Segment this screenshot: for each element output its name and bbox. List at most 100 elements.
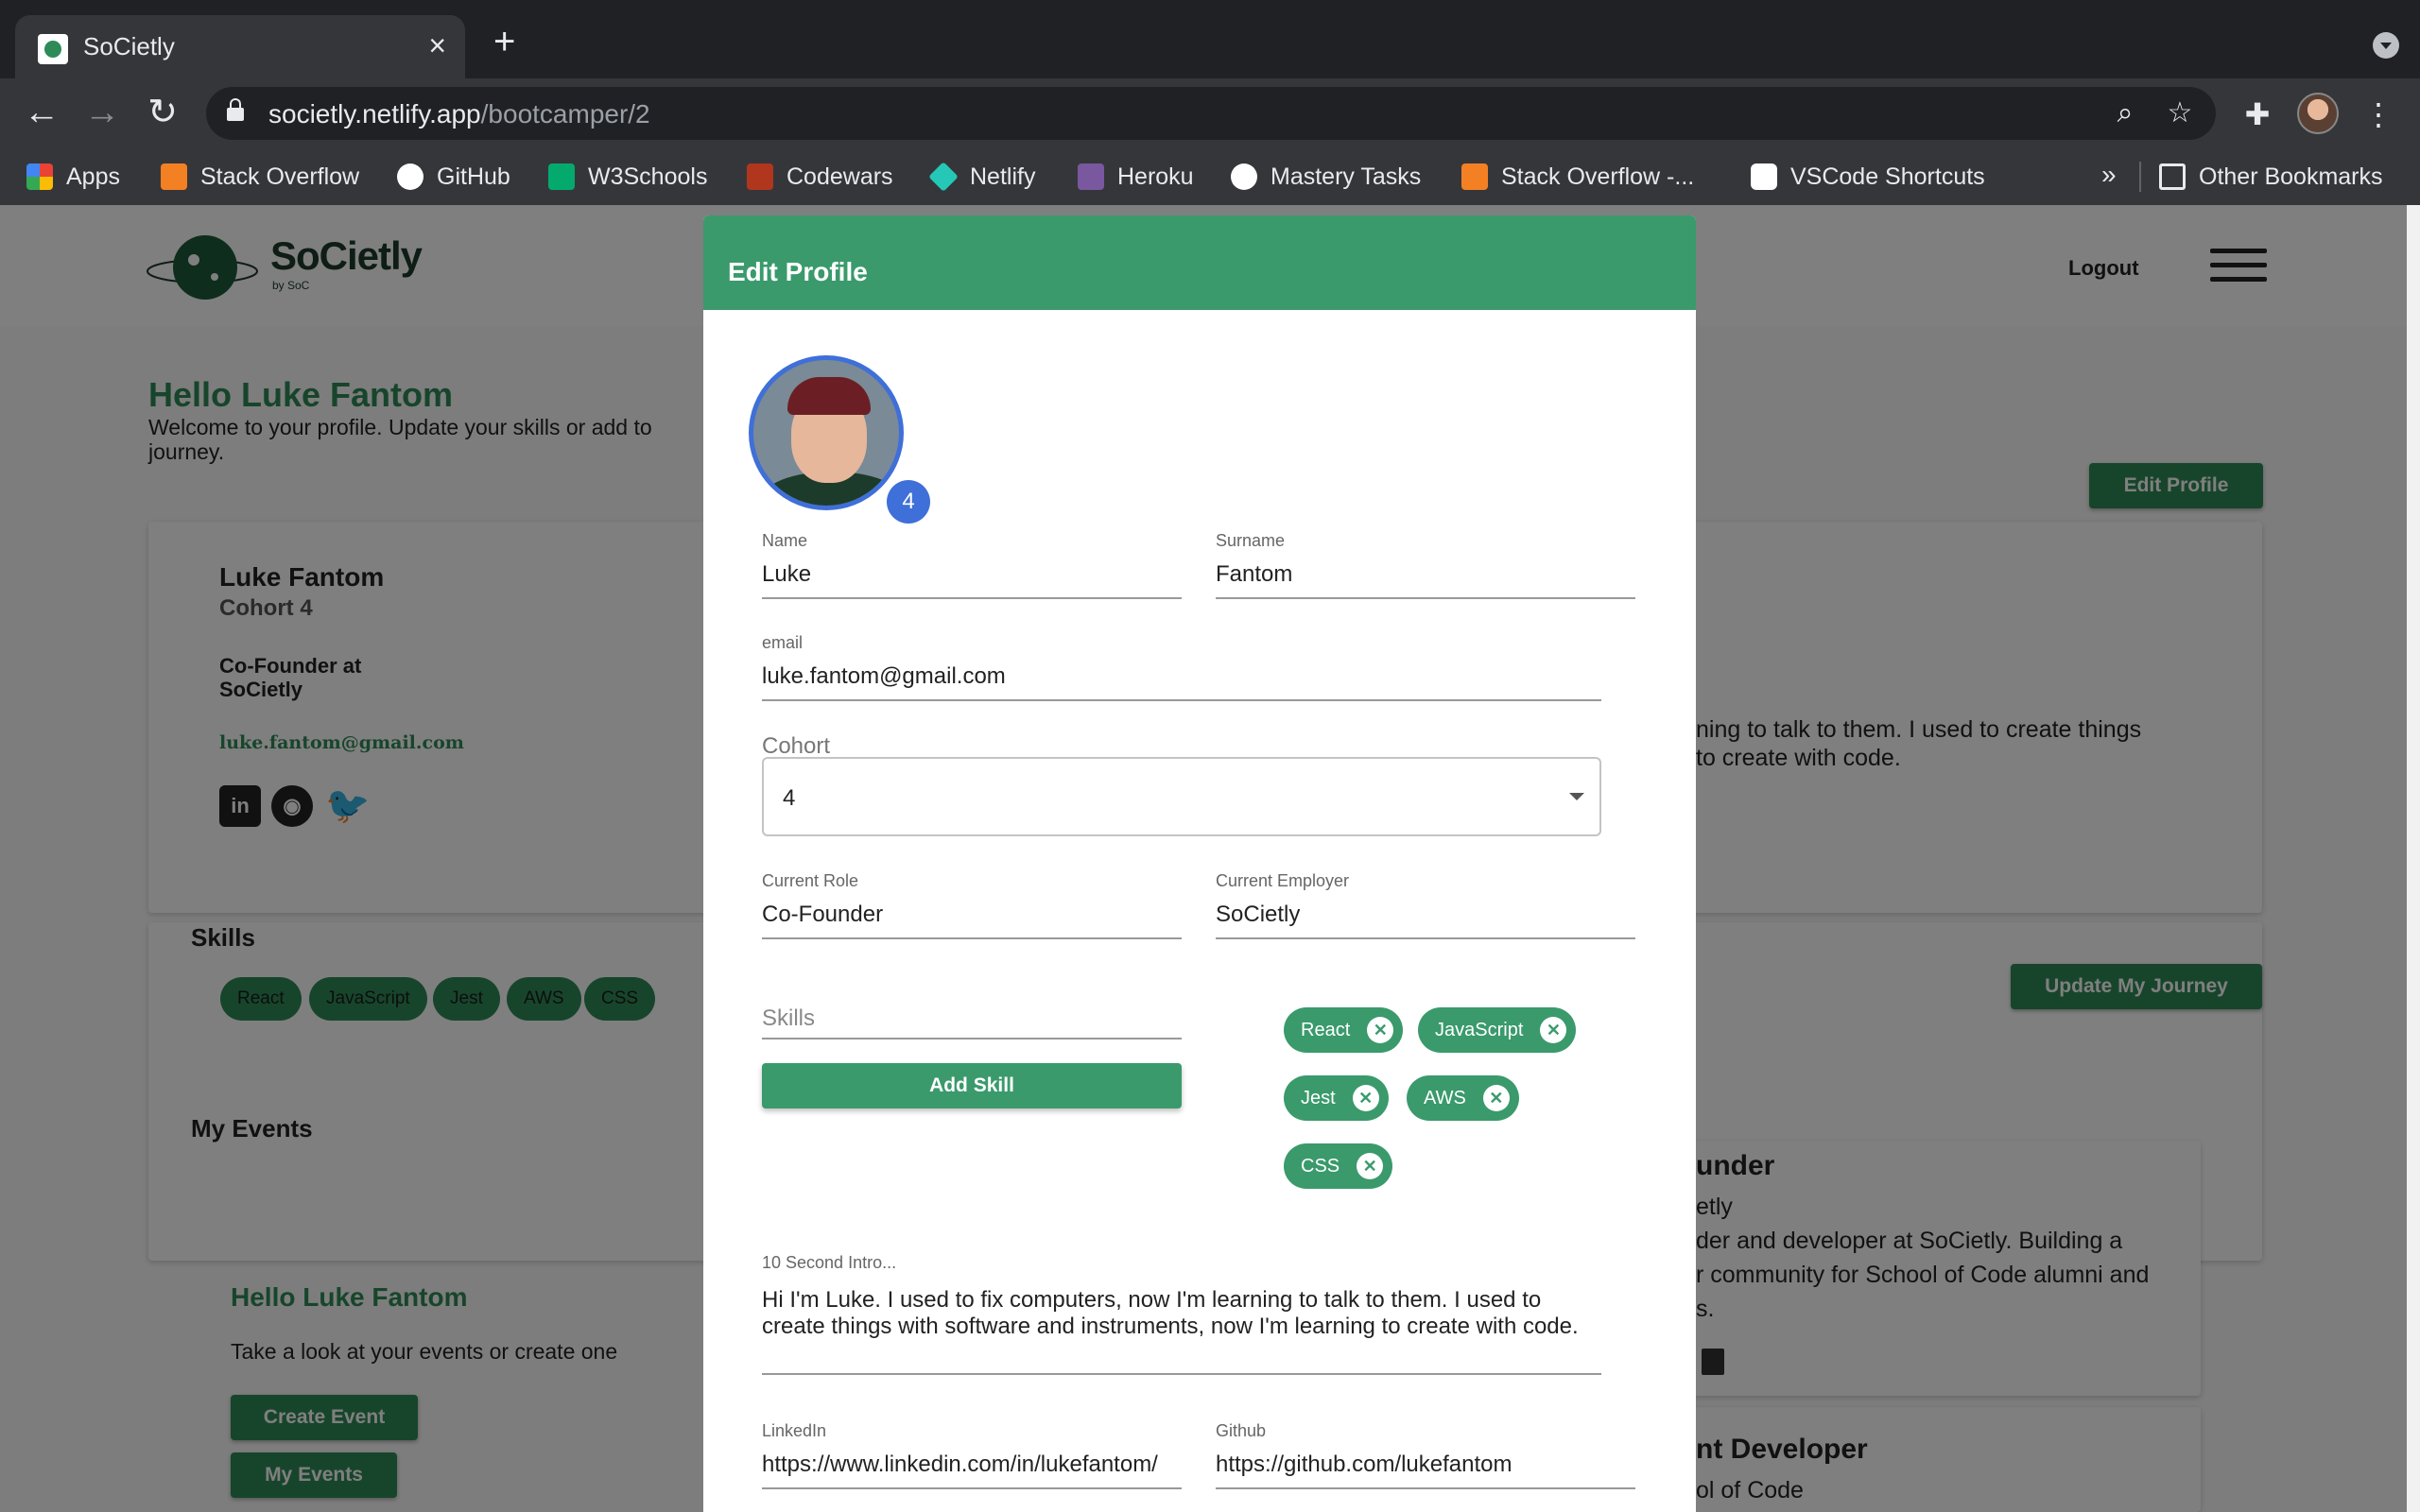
input-underline: [762, 937, 1182, 939]
bookmark-stack-overflow-2[interactable]: Stack Overflow -...: [1461, 160, 1694, 194]
profile-avatar[interactable]: [749, 355, 904, 510]
bookmark-vscode-shortcuts[interactable]: VSCode Shortcuts: [1751, 160, 1985, 194]
skill-chip: AWS ✕: [1407, 1075, 1519, 1121]
skill-chip-label: React: [1301, 1020, 1351, 1040]
bookmark-label: Apps: [66, 163, 120, 190]
linkedin-input[interactable]: https://www.linkedin.com/in/lukefantom/: [762, 1452, 1182, 1478]
medium-icon: [1751, 163, 1777, 190]
browser-toolbar: ← → ↻ societly.netlify.app/bootcamper/2 …: [0, 78, 2420, 148]
github-field[interactable]: Github https://github.com/lukefantom: [1216, 1421, 1635, 1497]
bookmarks-bar: Apps Stack Overflow GitHub W3Schools Cod…: [0, 148, 2420, 205]
skill-chip: Jest ✕: [1284, 1075, 1389, 1121]
tab-title: SoCietly: [83, 32, 175, 60]
cohort-value: 4: [783, 785, 796, 811]
bookmark-label: W3Schools: [588, 163, 708, 190]
employer-field[interactable]: Current Employer SoCietly: [1216, 871, 1635, 947]
github-icon: [397, 163, 424, 190]
new-tab-icon[interactable]: +: [493, 23, 515, 60]
bookmarks-divider: [2139, 162, 2141, 192]
github-input[interactable]: https://github.com/lukefantom: [1216, 1452, 1635, 1478]
bookmark-mastery-tasks[interactable]: Mastery Tasks: [1231, 160, 1421, 194]
folder-icon: [2159, 163, 2186, 190]
name-label: Name: [762, 531, 808, 550]
intro-textarea[interactable]: Hi I'm Luke. I used to fix computers, no…: [762, 1287, 1601, 1340]
other-bookmarks[interactable]: Other Bookmarks: [2159, 160, 2383, 194]
bookmark-label: Heroku: [1117, 163, 1194, 190]
surname-field[interactable]: Surname Fantom: [1216, 531, 1635, 607]
close-tab-icon[interactable]: ×: [428, 28, 446, 62]
cohort-label: Cohort: [762, 733, 831, 759]
modal-header: Edit Profile: [703, 215, 1696, 310]
remove-skill-icon[interactable]: ✕: [1357, 1153, 1384, 1179]
bookmark-label: Netlify: [970, 163, 1036, 190]
reload-icon[interactable]: ↻: [140, 90, 185, 135]
skill-chip: CSS ✕: [1284, 1143, 1393, 1189]
skill-chip-label: JavaScript: [1435, 1020, 1524, 1040]
bookmark-w3schools[interactable]: W3Schools: [548, 160, 707, 194]
github-label: Github: [1216, 1421, 1267, 1440]
browser-tab-strip: SoCietly × +: [0, 0, 2420, 78]
input-underline: [762, 1038, 1182, 1040]
cohort-badge: 4: [887, 480, 930, 524]
forward-icon[interactable]: →: [79, 90, 125, 135]
add-skill-button[interactable]: Add Skill: [762, 1063, 1182, 1108]
codewars-icon: [747, 163, 773, 190]
remove-skill-icon[interactable]: ✕: [1352, 1085, 1379, 1111]
bookmark-label: Stack Overflow: [200, 163, 360, 190]
name-input[interactable]: Luke: [762, 561, 811, 588]
profile-avatar[interactable]: [2297, 93, 2339, 134]
more-bookmarks-icon[interactable]: »: [2101, 160, 2117, 190]
bookmark-label: GitHub: [437, 163, 510, 190]
bookmark-github[interactable]: GitHub: [397, 160, 510, 194]
employer-input[interactable]: SoCietly: [1216, 902, 1300, 928]
url-text: societly.netlify.app/bootcamper/2: [268, 99, 650, 129]
role-input[interactable]: Co-Founder: [762, 902, 883, 928]
linkedin-field[interactable]: LinkedIn https://www.linkedin.com/in/luk…: [762, 1421, 1182, 1497]
linkedin-label: LinkedIn: [762, 1421, 827, 1440]
remove-skill-icon[interactable]: ✕: [1367, 1017, 1394, 1043]
name-field[interactable]: Name Luke: [762, 531, 1182, 607]
remove-skill-icon[interactable]: ✕: [1540, 1017, 1567, 1043]
skill-chip-label: AWS: [1424, 1088, 1466, 1108]
netlify-icon: [928, 162, 959, 192]
stack-overflow-icon: [161, 163, 187, 190]
employer-label: Current Employer: [1216, 871, 1350, 890]
email-field[interactable]: email luke.fantom@gmail.com: [762, 633, 1601, 709]
surname-label: Surname: [1216, 531, 1286, 550]
browser-tab[interactable]: SoCietly ×: [15, 15, 465, 78]
skills-input[interactable]: Skills: [762, 1005, 815, 1032]
bookmark-label: VSCode Shortcuts: [1790, 163, 1985, 190]
back-icon[interactable]: ←: [19, 90, 64, 135]
tab-search-icon[interactable]: [2373, 32, 2399, 59]
lock-icon: [227, 98, 244, 121]
input-underline: [762, 597, 1182, 599]
address-bar[interactable]: societly.netlify.app/bootcamper/2 ⌕ ☆: [206, 87, 2216, 140]
bookmark-netlify[interactable]: Netlify: [928, 160, 1036, 194]
cohort-select[interactable]: 4: [762, 757, 1601, 836]
societly-favicon-icon: [38, 34, 68, 64]
bookmark-heroku[interactable]: Heroku: [1078, 160, 1194, 194]
input-underline: [1216, 1487, 1635, 1489]
email-label: email: [762, 633, 804, 652]
page-scrollbar[interactable]: [2407, 205, 2420, 1512]
extensions-icon[interactable]: ✚: [2238, 95, 2276, 133]
modal-title: Edit Profile: [728, 257, 868, 286]
bookmark-stack-overflow[interactable]: Stack Overflow: [161, 160, 359, 194]
zoom-icon[interactable]: ⌕: [2108, 96, 2142, 130]
skill-chip-label: CSS: [1301, 1156, 1340, 1177]
browser-menu-icon[interactable]: ⋮: [2360, 95, 2397, 133]
heroku-icon: [1078, 163, 1104, 190]
email-input[interactable]: luke.fantom@gmail.com: [762, 663, 1006, 690]
bookmark-codewars[interactable]: Codewars: [747, 160, 893, 194]
bookmark-apps[interactable]: Apps: [26, 160, 120, 194]
bookmark-star-icon[interactable]: ☆: [2163, 96, 2197, 130]
intro-label: 10 Second Intro...: [762, 1253, 897, 1272]
edit-profile-modal: Edit Profile 4 Name Luke Surname Fantom …: [703, 215, 1696, 1512]
surname-input[interactable]: Fantom: [1216, 561, 1292, 588]
stack-overflow-icon: [1461, 163, 1488, 190]
role-field[interactable]: Current Role Co-Founder: [762, 871, 1182, 947]
w3schools-icon: [548, 163, 575, 190]
remove-skill-icon[interactable]: ✕: [1482, 1085, 1510, 1111]
bookmark-label: Mastery Tasks: [1270, 163, 1422, 190]
github-icon: [1231, 163, 1257, 190]
